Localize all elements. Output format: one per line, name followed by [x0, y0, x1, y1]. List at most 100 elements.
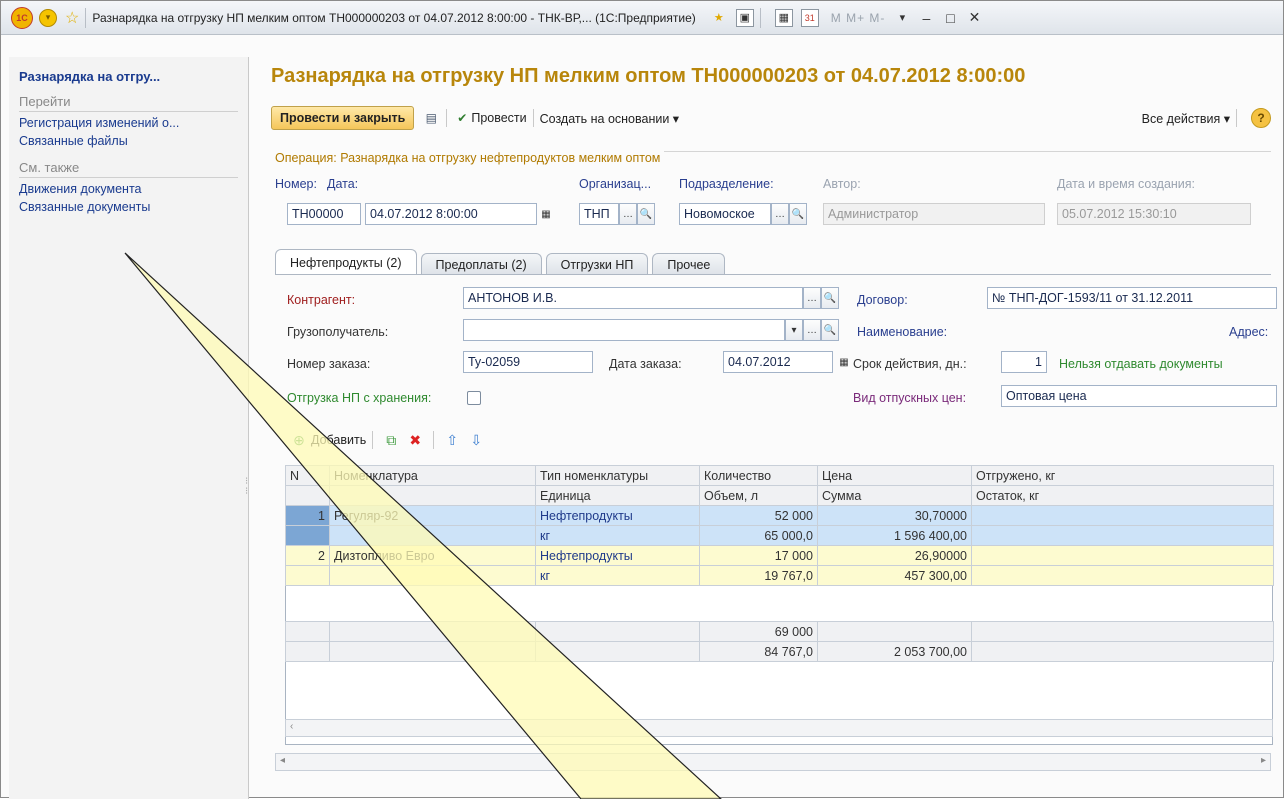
item-cell[interactable]: Регуляр-92 — [329, 505, 536, 526]
quantity-cell[interactable]: 17 000 — [699, 545, 818, 566]
move-up-icon[interactable]: ⇧ — [443, 431, 461, 449]
department-open-icon[interactable]: 🔍 — [789, 203, 807, 225]
calculator-icon[interactable]: ▦ — [774, 8, 793, 27]
consignee-dropdown-icon[interactable]: ▾ — [785, 319, 803, 341]
nav-link-related-files[interactable]: Связанные файлы — [19, 134, 238, 148]
counterparty-select-button[interactable]: … — [803, 287, 821, 309]
favorites-icon[interactable]: ★ — [710, 9, 728, 27]
unit-cell[interactable]: кг — [535, 565, 700, 586]
memory-buttons[interactable]: M M+ M- — [831, 11, 886, 25]
nav-link-document-movements[interactable]: Движения документа — [19, 182, 238, 196]
item-cell[interactable]: Дизтопливо Евро — [329, 545, 536, 566]
form-horizontal-scrollbar[interactable]: ◂ ▸ — [275, 753, 1271, 771]
item-cell-spacer — [329, 525, 536, 546]
price-type-field[interactable]: Оптовая цена — [1001, 385, 1277, 407]
minimize-icon[interactable]: – — [915, 7, 937, 29]
all-actions-button[interactable]: Все действия ▾ — [1142, 111, 1230, 126]
order-number-label: Номер заказа: — [287, 357, 371, 371]
organization-field[interactable]: ТНП — [579, 203, 619, 225]
scroll-left-icon[interactable]: ‹ — [290, 721, 293, 732]
consignee-open-icon[interactable]: 🔍 — [821, 319, 839, 341]
order-number-field[interactable]: Ту-02059 — [463, 351, 593, 373]
save-icon[interactable]: ▤ — [422, 109, 440, 127]
counterparty-field[interactable]: АНТОНОВ И.В. — [463, 287, 803, 309]
scroll-left-icon[interactable]: ◂ — [280, 755, 285, 766]
volume-cell[interactable]: 19 767,0 — [699, 565, 818, 586]
shipped-cell[interactable] — [971, 545, 1274, 566]
price-cell[interactable]: 30,70000 — [817, 505, 972, 526]
close-icon[interactable]: ✕ — [963, 7, 985, 29]
volume-cell[interactable]: 65 000,0 — [699, 525, 818, 546]
type-cell[interactable]: Нефтепродукты — [535, 505, 700, 526]
column-header[interactable]: Остаток, кг — [971, 485, 1274, 506]
help-icon[interactable]: ? — [1251, 108, 1271, 128]
tab-other[interactable]: Прочее — [652, 253, 726, 275]
column-header[interactable]: Отгружено, кг — [971, 465, 1274, 486]
add-icon[interactable]: ⊕ — [290, 431, 308, 449]
column-header[interactable]: N — [285, 465, 330, 486]
copy-row-icon[interactable]: ⧉ — [382, 431, 400, 449]
1c-logo-icon[interactable]: 1С — [11, 6, 33, 29]
organization-select-button[interactable]: … — [619, 203, 637, 225]
nav-link-change-registration[interactable]: Регистрация изменений о... — [19, 116, 238, 130]
storage-shipment-checkbox[interactable] — [467, 391, 481, 405]
scroll-right-icon[interactable]: ▸ — [1261, 755, 1266, 766]
date-field[interactable]: 04.07.2012 8:00:00 — [365, 203, 537, 225]
quantity-cell[interactable]: 52 000 — [699, 505, 818, 526]
move-down-icon[interactable]: ⇩ — [467, 431, 485, 449]
row-number[interactable]: 2 — [285, 545, 330, 566]
nav-panel-title[interactable]: Разнарядка на отгру... — [19, 69, 238, 84]
table-row[interactable]: кг 65 000,0 1 596 400,00 — [285, 525, 1274, 546]
department-field[interactable]: Новомоское — [679, 203, 771, 225]
shipped-cell[interactable] — [971, 505, 1274, 526]
table-row[interactable]: 2 Дизтопливо Евро Нефтепродукты 17 000 2… — [285, 545, 1274, 566]
column-header[interactable]: Номенклатура — [329, 465, 536, 486]
column-header[interactable]: Цена — [817, 465, 972, 486]
products-table[interactable]: N Номенклатура Тип номенклатуры Количест… — [285, 465, 1274, 745]
post-button[interactable]: Провести — [471, 111, 526, 125]
calendar-picker-icon[interactable]: ▦ — [537, 203, 555, 225]
row-number[interactable]: 1 — [285, 505, 330, 526]
column-header[interactable]: Количество — [699, 465, 818, 486]
consignee-field[interactable] — [463, 319, 785, 341]
validity-field[interactable]: 1 — [1001, 351, 1047, 373]
chevron-down-icon[interactable]: ▾ — [891, 7, 913, 29]
consignee-select-button[interactable]: … — [803, 319, 821, 341]
nav-link-related-documents[interactable]: Связанные документы — [19, 200, 238, 214]
number-field[interactable]: ТН00000 — [287, 203, 361, 225]
table-horizontal-scrollbar[interactable]: ‹ — [285, 719, 1273, 737]
column-header[interactable]: Единица — [535, 485, 700, 506]
contract-field[interactable]: № ТНП-ДОГ-1593/11 от 31.12.2011 — [987, 287, 1277, 309]
add-button[interactable]: Добавить — [311, 433, 366, 447]
delete-icon[interactable]: ✖ — [406, 431, 424, 449]
maximize-icon[interactable]: □ — [939, 7, 961, 29]
post-and-close-button[interactable]: Провести и закрыть — [271, 106, 415, 130]
sum-cell[interactable]: 457 300,00 — [817, 565, 972, 586]
tab-shipments[interactable]: Отгрузки НП — [545, 253, 649, 275]
type-cell[interactable]: Нефтепродукты — [535, 545, 700, 566]
create-based-on-button[interactable]: Создать на основании ▾ — [540, 111, 679, 126]
rest-cell[interactable] — [971, 525, 1274, 546]
counterparty-open-icon[interactable]: 🔍 — [821, 287, 839, 309]
bookmark-icon[interactable]: ▣ — [735, 8, 754, 27]
table-row[interactable]: кг 19 767,0 457 300,00 — [285, 565, 1274, 586]
panel-resize-grip[interactable]: ⁝ ⁝ — [245, 477, 248, 497]
unit-cell[interactable]: кг — [535, 525, 700, 546]
menu-dropdown-icon[interactable]: ▾ — [39, 8, 57, 27]
column-header[interactable]: Тип номенклатуры — [535, 465, 700, 486]
favorite-star-icon[interactable]: ☆ — [65, 8, 79, 28]
post-icon[interactable]: ✔ — [453, 109, 471, 127]
column-header[interactable]: Сумма — [817, 485, 972, 506]
price-cell[interactable]: 26,90000 — [817, 545, 972, 566]
table-row[interactable]: 1 Регуляр-92 Нефтепродукты 52 000 30,700… — [285, 505, 1274, 526]
rest-cell[interactable] — [971, 565, 1274, 586]
department-select-button[interactable]: … — [771, 203, 789, 225]
sum-cell[interactable]: 1 596 400,00 — [817, 525, 972, 546]
calendar-icon[interactable]: 31 — [800, 8, 819, 27]
order-date-field[interactable]: 04.07.2012 — [723, 351, 833, 373]
organization-open-icon[interactable]: 🔍 — [637, 203, 655, 225]
column-header[interactable]: Объем, л — [699, 485, 818, 506]
order-date-calendar-icon[interactable]: ▦ — [835, 351, 853, 373]
tab-prepayments[interactable]: Предоплаты (2) — [420, 253, 542, 275]
tab-petroleum-products[interactable]: Нефтепродукты (2) — [275, 249, 417, 275]
